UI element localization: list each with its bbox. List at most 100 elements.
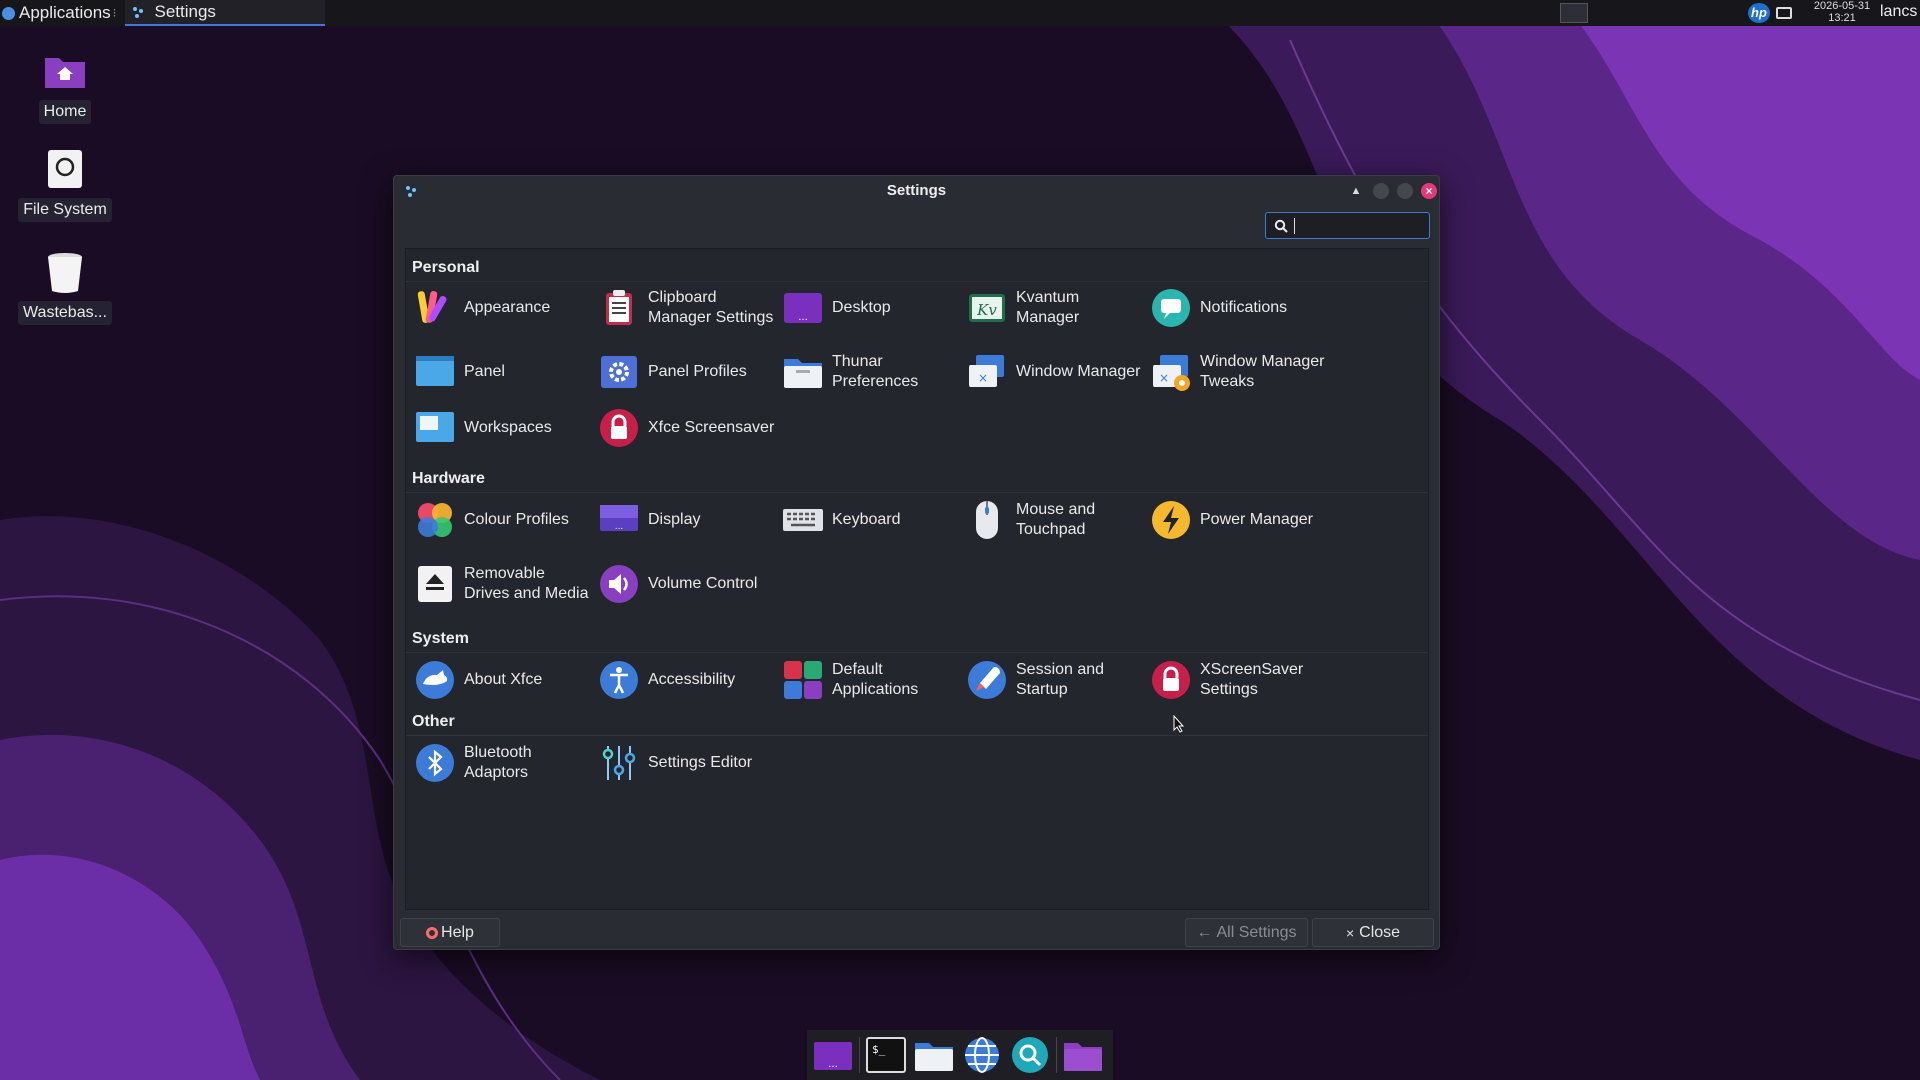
item-window-manager-tweaks[interactable]: × Window Manager Tweaks	[1150, 348, 1330, 396]
item-desktop[interactable]: ... Desktop	[782, 284, 962, 332]
item-display[interactable]: ... Display	[598, 496, 778, 544]
item-removable-drives[interactable]: Removable Drives and Media	[414, 560, 594, 608]
dock-web-browser-launcher[interactable]	[960, 1033, 1004, 1077]
item-label: Panel	[464, 363, 505, 380]
eject-icon	[418, 566, 452, 602]
help-button[interactable]: Help	[400, 918, 500, 947]
item-session-startup[interactable]: Session and Startup	[966, 656, 1146, 704]
shade-button[interactable]: ▲	[1348, 183, 1364, 199]
desktop-icon-home[interactable]: Home	[10, 48, 120, 124]
desktop-icon-file-system[interactable]: File System	[10, 146, 120, 222]
all-settings-button[interactable]: ← All Settings	[1185, 918, 1308, 947]
drive-icon	[42, 146, 88, 192]
folder-icon	[1064, 1043, 1102, 1071]
display-status-icon[interactable]	[1776, 7, 1792, 19]
item-thunar-preferences[interactable]: Thunar Preferences	[782, 348, 962, 396]
lock-icon	[600, 409, 638, 447]
settings-window: Settings ▲ × Personal Hardware System Ot…	[393, 175, 1440, 950]
item-label: Mouse and Touchpad	[1016, 501, 1096, 538]
svg-text:$_: $_	[872, 1043, 886, 1056]
item-about-xfce[interactable]: About Xfce	[414, 656, 594, 704]
item-accessibility[interactable]: Accessibility	[598, 656, 778, 704]
applications-menu[interactable]: Applications ⁝	[0, 0, 121, 26]
window-titlebar[interactable]: Settings ▲ ×	[394, 176, 1439, 206]
desktop-icon-label: File System	[18, 198, 112, 222]
close-button[interactable]: × Close	[1312, 918, 1434, 947]
clock[interactable]: 2026-05-31 13:21	[1806, 0, 1878, 24]
item-clipboard-manager[interactable]: Clipboard Manager Settings	[598, 284, 778, 332]
maximize-button[interactable]	[1397, 183, 1413, 199]
separator-icon: ⁝	[112, 6, 117, 20]
item-volume-control[interactable]: Volume Control	[598, 560, 778, 608]
item-keyboard[interactable]: Keyboard	[782, 496, 962, 544]
folder-icon	[915, 1043, 953, 1071]
sliders-icon	[602, 746, 636, 780]
close-icon: ×	[1345, 924, 1355, 941]
settings-grid: Personal Hardware System Other Appearanc…	[405, 248, 1429, 910]
help-icon	[426, 926, 439, 939]
section-system: System	[412, 630, 469, 647]
item-appearance[interactable]: Appearance	[414, 284, 594, 332]
item-workspaces[interactable]: Workspaces	[414, 404, 594, 452]
window-tweaks-icon: ×	[1153, 355, 1190, 391]
bluetooth-icon	[416, 744, 454, 782]
search-field[interactable]	[1265, 212, 1430, 239]
volume-icon	[600, 565, 638, 603]
default-apps-icon	[784, 661, 822, 699]
item-label: Power Manager	[1200, 511, 1313, 528]
item-xfce-screensaver[interactable]: Xfce Screensaver	[598, 404, 778, 452]
appearance-icon	[417, 291, 447, 323]
dock-terminal-launcher[interactable]: $_	[864, 1033, 908, 1077]
dock-separator	[859, 1037, 860, 1073]
minimize-button[interactable]	[1373, 183, 1389, 199]
bottom-dock: ... $_	[807, 1030, 1113, 1080]
item-label: Colour Profiles	[464, 511, 569, 528]
colour-profiles-icon	[418, 503, 452, 537]
all-settings-label: All Settings	[1216, 923, 1297, 941]
item-panel[interactable]: Panel	[414, 348, 594, 396]
item-label: Clipboard Manager Settings	[648, 289, 774, 326]
section-hardware: Hardware	[412, 470, 485, 487]
dock-desktop-launcher[interactable]: ...	[811, 1033, 855, 1077]
rocket-icon	[968, 661, 1006, 699]
taskbar-button-settings[interactable]: Settings	[124, 0, 325, 26]
item-kvantum-manager[interactable]: Kv Kvantum Manager	[966, 284, 1146, 332]
item-settings-editor[interactable]: Settings Editor	[598, 739, 778, 787]
item-power-manager[interactable]: Power Manager	[1150, 496, 1330, 544]
search-input[interactable]	[1294, 217, 1424, 234]
item-default-applications[interactable]: Default Applications	[782, 656, 962, 704]
svg-text:×: ×	[1159, 371, 1169, 385]
item-xscreensaver-settings[interactable]: XScreenSaver Settings	[1150, 656, 1330, 704]
taskbar-label: Settings	[154, 2, 216, 21]
dock-file-manager-launcher[interactable]	[912, 1033, 956, 1077]
item-label: Default Applications	[832, 661, 919, 698]
power-icon	[1152, 501, 1190, 539]
item-label: Display	[648, 511, 701, 528]
section-personal: Personal	[412, 259, 480, 276]
user-name[interactable]: lancs	[1880, 3, 1917, 21]
svg-text:...: ...	[798, 312, 808, 323]
item-colour-profiles[interactable]: Colour Profiles	[414, 496, 594, 544]
dock-search-launcher[interactable]	[1008, 1033, 1052, 1077]
item-mouse-touchpad[interactable]: Mouse and Touchpad	[966, 496, 1146, 544]
section-divider	[406, 492, 1428, 493]
item-bluetooth-adaptors[interactable]: Bluetooth Adaptors	[414, 739, 594, 787]
dock-folder-launcher[interactable]	[1061, 1033, 1105, 1077]
item-label: Thunar Preferences	[832, 353, 919, 390]
svg-text:...: ...	[615, 522, 624, 532]
hp-printer-icon[interactable]: hp	[1748, 3, 1770, 23]
notifications-icon	[1152, 289, 1190, 327]
section-divider	[406, 281, 1428, 282]
item-panel-profiles[interactable]: Panel Profiles	[598, 348, 778, 396]
desktop-icon-wastebasket[interactable]: Wastebas...	[10, 249, 120, 325]
section-divider	[406, 735, 1428, 736]
item-notifications[interactable]: Notifications	[1150, 284, 1330, 332]
workspace-switcher[interactable]	[1560, 3, 1588, 23]
close-window-button[interactable]: ×	[1421, 183, 1437, 199]
item-window-manager[interactable]: × Window Manager	[966, 348, 1146, 396]
svg-text:...: ...	[828, 1059, 838, 1070]
desktop-icon: ...	[814, 1042, 852, 1070]
kvantum-icon: Kv	[969, 294, 1005, 322]
item-label: Xfce Screensaver	[648, 419, 775, 436]
item-label: Kvantum Manager	[1016, 289, 1080, 326]
